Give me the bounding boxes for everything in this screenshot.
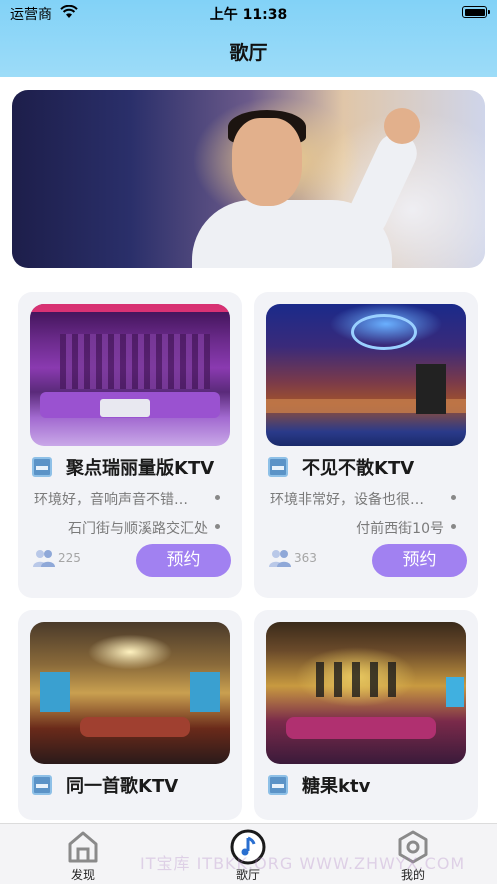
- home-icon: [68, 831, 98, 863]
- status-time: 上午 11:38: [209, 7, 288, 23]
- page-title: 歌厅: [229, 42, 268, 64]
- people-icon: [33, 550, 55, 567]
- tab-bar: 发现 歌厅 我的 IT宝库 ITBKK.ORG WWW.ZHWYX.COM: [0, 823, 497, 884]
- venue-photo[interactable]: [30, 622, 230, 764]
- venue-icon: [32, 457, 52, 477]
- venue-card[interactable]: 同一首歌KTV: [18, 610, 242, 820]
- venue-card[interactable]: 不见不散KTV 环境非常好，设备也很… 付前西街10号 363 预约: [254, 292, 478, 598]
- venue-name-row: 聚点瑞丽量版KTV: [30, 454, 235, 480]
- people-icon: [269, 550, 291, 567]
- banner-singer-hand: [384, 108, 420, 144]
- venue-icon: [268, 457, 288, 477]
- venue-address: 付前西街10号: [356, 521, 444, 537]
- banner-singer-body: [192, 200, 392, 268]
- visitor-count: 363: [294, 551, 317, 565]
- battery-icon: [462, 6, 490, 18]
- venue-description: 环境好，音响声音不错…: [34, 492, 188, 508]
- book-button[interactable]: 预约: [136, 544, 231, 577]
- bullet-dot: [451, 524, 456, 529]
- tab-label: 发现: [70, 868, 95, 882]
- venue-card[interactable]: 聚点瑞丽量版KTV 环境好，音响声音不错… 石门街与顺溪路交汇处 225 预约: [18, 292, 242, 598]
- visitor-count: 225: [58, 551, 81, 565]
- status-bar: 运营商 上午 11:38: [0, 0, 497, 26]
- venue-name: 糖果ktv: [302, 776, 371, 797]
- venue-photo[interactable]: [30, 304, 230, 446]
- tab-discover[interactable]: 发现: [43, 824, 123, 884]
- venue-description: 环境非常好，设备也很…: [270, 492, 424, 508]
- banner-image[interactable]: [12, 90, 485, 268]
- bullet-dot: [451, 495, 456, 500]
- venue-address: 石门街与顺溪路交汇处: [68, 521, 208, 537]
- venue-name-row: 糖果ktv: [266, 772, 471, 798]
- venue-name-row: 同一首歌KTV: [30, 772, 235, 798]
- venue-name: 不见不散KTV: [302, 458, 415, 479]
- venue-card[interactable]: 糖果ktv: [254, 610, 478, 820]
- bullet-dot: [215, 495, 220, 500]
- venue-name: 同一首歌KTV: [66, 776, 179, 797]
- venue-photo[interactable]: [266, 304, 466, 446]
- top-bar: 运营商 上午 11:38 歌厅: [0, 0, 497, 77]
- watermark-text: IT宝库 ITBKK.ORG WWW.ZHWYX.COM: [140, 854, 466, 873]
- venue-photo[interactable]: [266, 622, 466, 764]
- book-button[interactable]: 预约: [372, 544, 467, 577]
- venue-icon: [32, 775, 52, 795]
- bullet-dot: [215, 524, 220, 529]
- venue-name-row: 不见不散KTV: [266, 454, 471, 480]
- venue-name: 聚点瑞丽量版KTV: [66, 458, 215, 479]
- banner-singer-head: [232, 118, 302, 206]
- venue-icon: [268, 775, 288, 795]
